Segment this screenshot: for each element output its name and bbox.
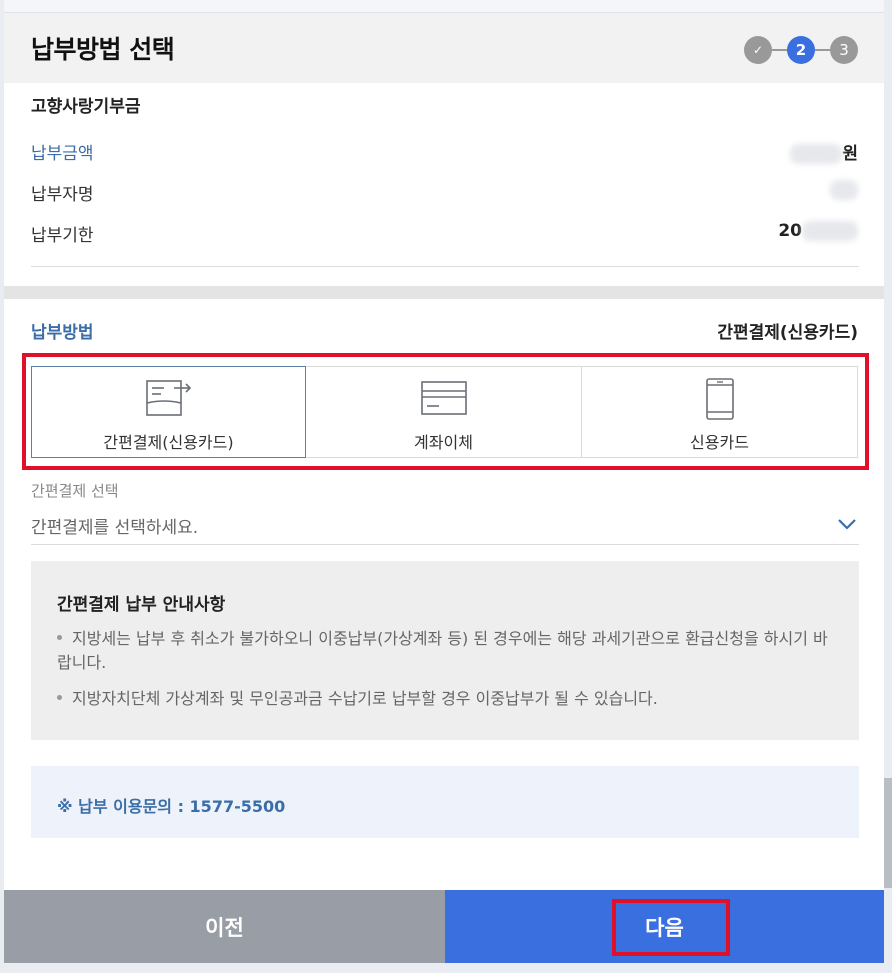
highlight-box-payment-options (22, 353, 869, 470)
amount-label: 납부금액 (31, 144, 94, 164)
redacted-date (802, 221, 858, 241)
section-separator (4, 286, 884, 299)
scrollbar-thumb[interactable] (884, 778, 892, 888)
payer-name-label: 납부자명 (31, 185, 94, 205)
simple-pay-select[interactable]: 간편결제를 선택하세요. (31, 513, 198, 538)
bullet-icon (57, 635, 62, 640)
divider (31, 266, 859, 267)
page-title: 납부방법 선택 (31, 35, 175, 64)
payment-method-selected-value: 간편결제(신용카드) (717, 323, 858, 343)
notice-title: 간편결제 납부 안내사항 (57, 595, 226, 615)
step-connector (772, 49, 787, 51)
window-bottom-edge (0, 963, 892, 973)
prev-button[interactable]: 이전 (4, 890, 445, 963)
amount-value: 원 (790, 139, 858, 164)
window-left-edge (0, 0, 4, 973)
step-indicator-1: ✓ (744, 36, 772, 64)
step-connector (815, 49, 830, 51)
chevron-down-icon[interactable] (836, 515, 858, 533)
step-indicator-3: 3 (830, 36, 858, 64)
step-indicator-2: 2 (787, 36, 815, 64)
window-top-bar (0, 0, 892, 13)
payment-method-label: 납부방법 (31, 323, 94, 343)
highlight-box-next-button (612, 899, 730, 956)
select-underline (31, 544, 859, 545)
notice-item: 지방세는 납부 후 취소가 불가하오니 이중납부(가상계좌 등) 된 경우에는 … (57, 629, 828, 672)
contact-info: ※ 납부 이용문의 : 1577-5500 (57, 797, 286, 816)
redacted-name (830, 180, 858, 200)
bullet-icon (57, 695, 62, 700)
redacted-amount (790, 144, 843, 164)
due-date-label: 납부기한 (31, 226, 94, 246)
donation-type-title: 고향사랑기부금 (31, 97, 141, 117)
notice-item: 지방자치단체 가상계좌 및 무인공과금 수납기로 납부할 경우 이중납부가 될 … (57, 687, 837, 711)
due-date-value: 20 (778, 221, 858, 241)
simple-pay-select-caption: 간편결제 선택 (31, 482, 119, 500)
payer-name-value (830, 180, 858, 200)
